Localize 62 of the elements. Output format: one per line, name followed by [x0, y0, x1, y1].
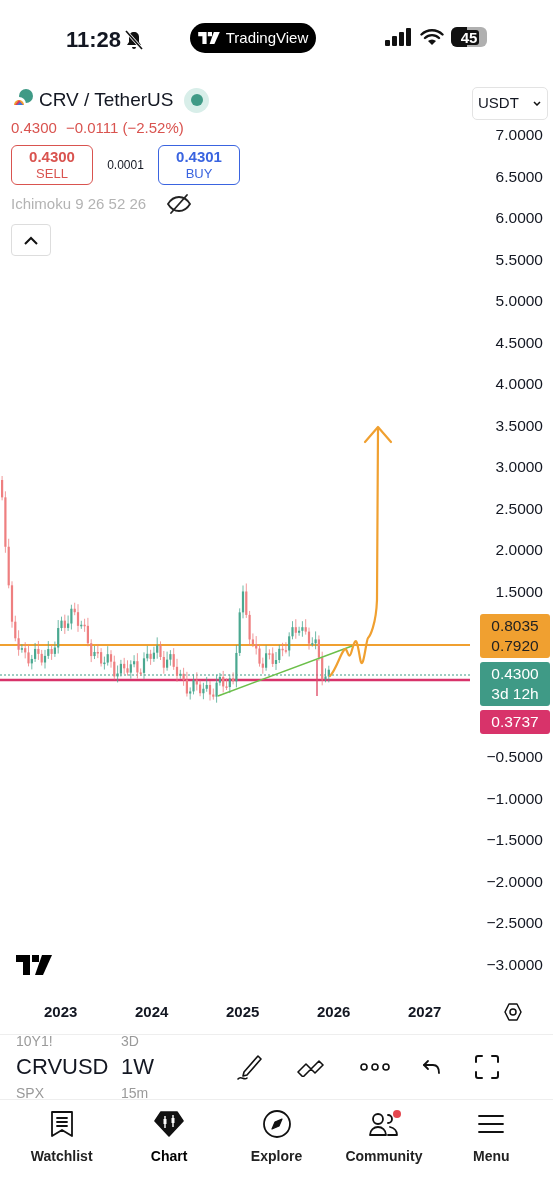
symbol-picker[interactable]: CRVUSD	[16, 1056, 121, 1078]
eye-off-icon[interactable]	[166, 192, 193, 215]
price-change: −0.0111 (−2.52%)	[65, 118, 184, 138]
time-label: 2025	[226, 1001, 261, 1022]
indicator-label: Ichimoku 9 26 52 26	[11, 193, 147, 214]
time-label: 2024	[135, 1001, 170, 1022]
pen-icon[interactable]	[236, 1052, 264, 1082]
price-label: −2.5000	[486, 913, 543, 934]
tradingview-logo	[197, 32, 220, 44]
wifi-icon	[420, 28, 444, 46]
bookmark-list-icon	[48, 1110, 75, 1138]
price-label: 1.5000	[495, 581, 543, 602]
price-label: 6.5000	[495, 166, 543, 187]
price-label: 3.5000	[495, 415, 543, 436]
more-icon[interactable]	[360, 1063, 390, 1071]
people-icon	[367, 1110, 400, 1138]
price-label: 6.0000	[495, 208, 543, 229]
clock-time: 11:28	[66, 26, 122, 54]
candlestick-icon	[154, 1110, 185, 1138]
price-label: 5.0000	[495, 291, 543, 312]
price-label: 4.5000	[495, 332, 543, 353]
price-label: −0.5000	[486, 747, 543, 768]
collapse-button[interactable]	[11, 224, 51, 256]
interval-picker[interactable]: 1W	[121, 1056, 221, 1078]
tradingview-logo	[15, 955, 53, 975]
nav-tab[interactable]: Menu	[437, 1108, 546, 1167]
menu-icon	[477, 1112, 506, 1136]
price-tag: 0.3737	[480, 710, 550, 734]
time-label: 2023	[44, 1001, 79, 1022]
price-tag: 0.4300 3d 12h	[480, 662, 550, 706]
price-label: 2.5000	[495, 498, 543, 519]
time-label: 2027	[408, 1001, 443, 1022]
nav-tab[interactable]: Explore	[222, 1108, 331, 1167]
price-label: −2.0000	[486, 871, 543, 892]
price-label: 7.0000	[495, 125, 543, 146]
chevron-down-icon	[533, 101, 541, 106]
fullscreen-icon[interactable]	[474, 1054, 500, 1080]
settings-icon[interactable]	[503, 1002, 523, 1022]
price-label: −3.0000	[486, 954, 543, 975]
battery-indicator: 45	[451, 27, 487, 47]
signal-icon	[385, 28, 413, 46]
price-label: −1.0000	[486, 788, 543, 809]
price-tag: 0.8035 0.7920	[480, 614, 550, 658]
nav-tab[interactable]: Community	[330, 1108, 438, 1167]
price-label: 5.5000	[495, 249, 543, 270]
spread-value: 0.0001	[106, 156, 145, 174]
app-name: TradingView	[225, 27, 309, 48]
symbol-title[interactable]: CRV / TetherUS	[39, 85, 174, 115]
buy-button[interactable]: 0.4301 BUY	[158, 144, 240, 185]
nav-tab[interactable]: Chart	[115, 1108, 223, 1167]
nav-tab[interactable]: Watchlist	[8, 1108, 116, 1167]
price-label: 3.0000	[495, 457, 543, 478]
currency-select[interactable]: USDT	[472, 87, 548, 120]
price-label: 4.0000	[495, 374, 543, 395]
last-price: 0.4300	[11, 118, 57, 138]
price-label: 2.0000	[495, 540, 543, 561]
time-label: 2026	[317, 1001, 352, 1022]
price-label: −1.5000	[486, 830, 543, 851]
sell-button[interactable]: 0.4300 SELL	[11, 144, 93, 185]
compass-icon	[261, 1109, 292, 1139]
chevron-up-icon	[24, 235, 38, 245]
undo-icon[interactable]	[422, 1059, 442, 1075]
